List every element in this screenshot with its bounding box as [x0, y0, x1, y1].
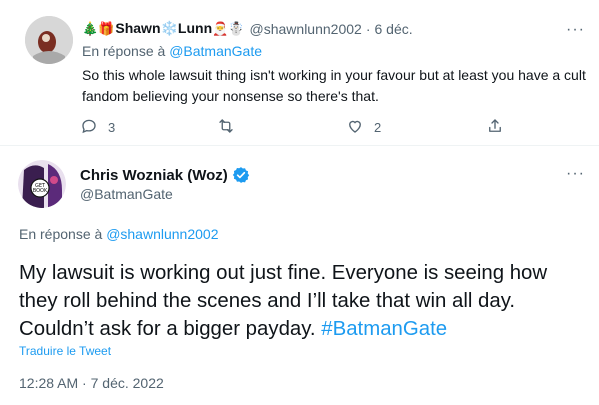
reply-author-emoji-prefix: 🎄🎁	[82, 20, 115, 36]
main-author-line: Chris Wozniak (Woz)	[80, 166, 250, 184]
reply-author-name[interactable]: Shawn❄️Lunn	[115, 20, 212, 37]
retweet-icon	[217, 117, 235, 138]
reply-date[interactable]: 6 déc.	[374, 21, 412, 37]
main-in-reply-prefix: En réponse à	[19, 226, 103, 242]
reply-action-like[interactable]: 2	[346, 117, 381, 138]
heart-icon	[346, 117, 364, 138]
reply-author-line: 🎄🎁 Shawn❄️Lunn 🎅☃️ @shawnlunn2002 · 6 dé…	[82, 20, 413, 37]
main-author-handle[interactable]: @BatmanGate	[80, 186, 173, 202]
main-timestamp: 12:28 AM · 7 déc. 2022	[19, 375, 164, 391]
main-separator: ·	[82, 375, 87, 391]
reply-in-reply-handle[interactable]: @BatmanGate	[169, 43, 262, 59]
main-tweet-text: My lawsuit is working out just fine. Eve…	[19, 259, 589, 343]
like-count: 2	[374, 120, 382, 135]
reply-in-reply-prefix: En réponse à	[82, 43, 166, 59]
translate-tweet-link[interactable]: Traduire le Tweet	[19, 344, 111, 358]
main-tweet-body: My lawsuit is working out just fine. Eve…	[19, 262, 548, 340]
reply-author-handle[interactable]: @shawnlunn2002	[250, 21, 362, 37]
main-date[interactable]: 7 déc. 2022	[91, 375, 164, 391]
main-author-name[interactable]: Chris Wozniak (Woz)	[80, 167, 228, 184]
main-in-reply-to: En réponse à @shawnlunn2002	[19, 226, 218, 242]
share-icon	[486, 117, 504, 138]
reply-author-emoji-suffix: 🎅☃️	[212, 20, 245, 36]
main-tweet-hashtag[interactable]: #BatmanGate	[321, 318, 447, 340]
main-more-button[interactable]: ···	[566, 166, 585, 182]
reply-action-reply[interactable]: 3	[80, 117, 115, 138]
main-time[interactable]: 12:28 AM	[19, 375, 78, 391]
verified-badge-icon	[232, 166, 250, 184]
reply-action-share[interactable]	[486, 117, 504, 138]
reply-separator: ·	[365, 20, 371, 37]
comment-icon	[80, 117, 98, 138]
reply-author-avatar[interactable]	[25, 16, 73, 64]
svg-text:BOOK: BOOK	[33, 188, 48, 194]
reply-tweet-text: So this whole lawsuit thing isn't workin…	[82, 67, 586, 104]
main-author-avatar[interactable]: GET BOOK	[18, 160, 66, 208]
reply-in-reply-to: En réponse à @BatmanGate	[82, 43, 262, 59]
reply-more-button[interactable]: ···	[566, 22, 585, 38]
reply-count: 3	[108, 120, 116, 135]
tweet-divider	[0, 145, 599, 146]
reply-action-retweet[interactable]	[217, 117, 245, 138]
main-in-reply-handle[interactable]: @shawnlunn2002	[106, 226, 218, 242]
